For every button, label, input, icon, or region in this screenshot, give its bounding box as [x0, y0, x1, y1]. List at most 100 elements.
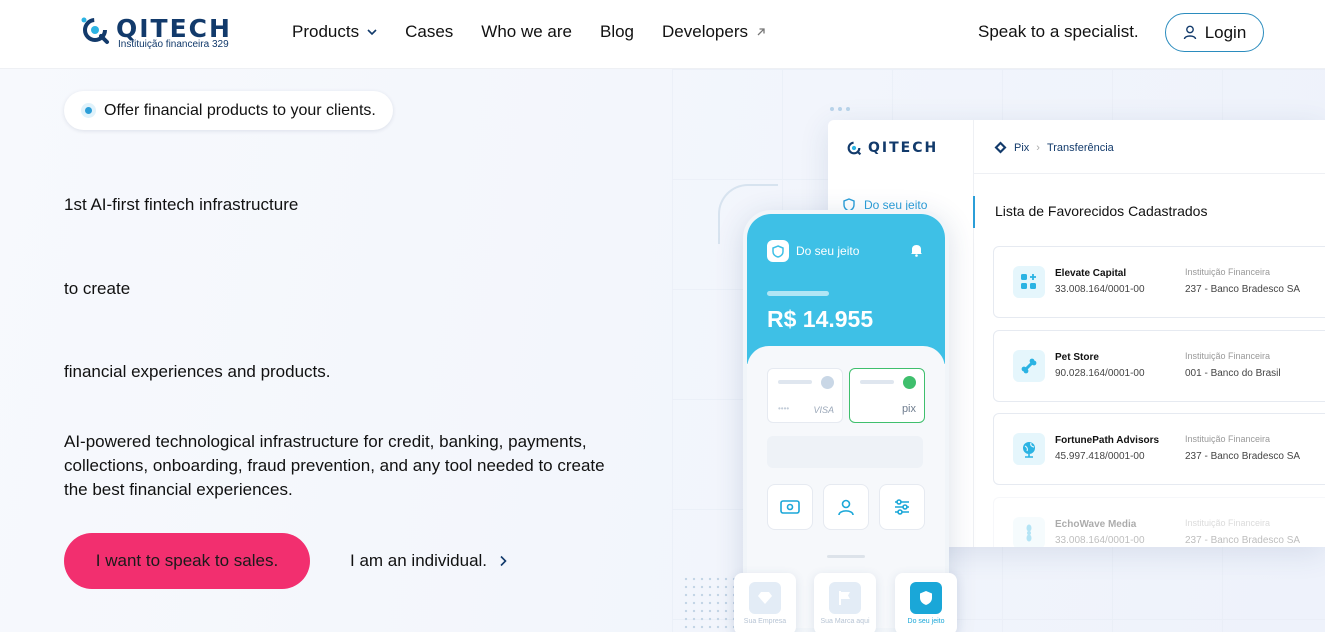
phone-balance: R$ 14.955 [767, 306, 874, 332]
favorite-doc: 90.028.164/0001-00 [1055, 368, 1145, 379]
tab-label: Do seu jeito [907, 618, 945, 625]
breadcrumb-pix[interactable]: Pix [1014, 142, 1029, 154]
headline-line-3: financial experiences and products. [64, 362, 331, 381]
login-button[interactable]: Login [1165, 13, 1264, 52]
nav-blog[interactable]: Blog [600, 22, 634, 42]
favorite-name: Elevate Capital [1055, 268, 1127, 279]
favorite-card[interactable]: EchoWave Media 33.008.164/0001-00 Instit… [993, 497, 1325, 547]
favorite-card[interactable]: Elevate Capital 33.008.164/0001-00 Insti… [993, 246, 1325, 318]
card-line [778, 380, 812, 384]
dashboard-logo-word: QITECH [868, 140, 939, 156]
bone-icon [1013, 350, 1045, 382]
login-label: Login [1204, 22, 1247, 42]
settings-sliders-icon[interactable] [879, 484, 925, 530]
chevron-right-icon [500, 555, 507, 567]
tab-sua-marca-aqui[interactable]: Sua Marca aqui [814, 573, 876, 632]
decorative-dots [830, 107, 850, 111]
bell-icon[interactable] [910, 243, 923, 257]
phone-header: Do seu jeito R$ 14.955 [747, 214, 945, 364]
phone-title: Do seu jeito [796, 244, 860, 258]
individual-link[interactable]: I am an individual. [350, 551, 507, 571]
tab-do-seu-jeito[interactable]: Do seu jeito [895, 573, 957, 632]
favorite-name: Pet Store [1055, 352, 1099, 363]
institution-label: Instituição Financeira [1185, 518, 1271, 528]
external-arrow-icon [757, 28, 765, 36]
individual-label: I am an individual. [350, 551, 488, 570]
card-mask: •••• [778, 404, 790, 413]
favorite-name: FortunePath Advisors [1055, 435, 1160, 446]
nav-cases-label: Cases [405, 22, 454, 41]
nav-products[interactable]: Products [292, 22, 377, 42]
favorite-bank: 237 - Banco Bradesco SA [1185, 535, 1301, 546]
nav-blog-label: Blog [599, 22, 635, 41]
diamond-icon [749, 582, 781, 614]
speak-to-sales-button[interactable]: I want to speak to sales. [64, 533, 310, 589]
nav-products-label: Products [292, 22, 360, 41]
speak-to-sales-label: I want to speak to sales. [95, 551, 279, 570]
qitech-logo[interactable]: QITECH Instituição financeira 329 [80, 14, 250, 54]
main-nav: Products Cases Who we are Blog Developer… [292, 22, 766, 42]
favorite-doc: 33.008.164/0001-00 [1055, 284, 1145, 295]
headline-line-2: to create [64, 279, 131, 298]
nav-developers-label: Developers [662, 22, 749, 41]
favorite-name: EchoWave Media [1055, 519, 1137, 530]
shield-icon [910, 582, 942, 614]
favorite-card[interactable]: FortunePath Advisors 45.997.418/0001-00 … [993, 413, 1325, 485]
institution-label: Instituição Financeira [1185, 267, 1271, 277]
phone-divider [827, 555, 865, 558]
globe-icon [1013, 433, 1045, 465]
favorites-list-title: Lista de Favorecidos Cadastrados [995, 203, 1208, 219]
institution-label: Instituição Financeira [1185, 351, 1271, 361]
dashboard-logo: QITECH [846, 140, 938, 156]
headline-line-1: 1st AI-first fintech infrastructure [64, 195, 299, 214]
card-line [860, 380, 894, 384]
tab-label: Sua Marca aqui [820, 618, 870, 625]
user-icon [1183, 25, 1196, 40]
phone-mockup: Do seu jeito R$ 14.955 •••• VISA pix [743, 210, 949, 632]
qitech-logo-mark-icon [81, 17, 109, 44]
pix-icon [994, 141, 1007, 154]
decorative-dot-grid [682, 575, 740, 632]
logo-subtitle: Instituição financeira 329 [118, 39, 229, 50]
favorite-doc: 45.997.418/0001-00 [1055, 451, 1145, 462]
pix-brand: pix [901, 403, 916, 415]
favorite-bank: 237 - Banco Bradesco SA [1185, 451, 1301, 462]
speak-to-specialist-link[interactable]: Speak to a specialist. [978, 22, 1139, 42]
visa-brand: VISA [813, 405, 834, 415]
dashboard-topbar: Pix › Transferência [974, 120, 1325, 174]
sidebar-active-indicator [973, 196, 975, 228]
flag-icon [829, 582, 861, 614]
phone-input-field[interactable] [767, 436, 923, 468]
breadcrumb-transferencia[interactable]: Transferência [1047, 142, 1114, 154]
check-icon [903, 376, 916, 389]
favorite-bank: 001 - Banco do Brasil [1185, 368, 1281, 379]
visa-card[interactable]: •••• VISA [767, 368, 843, 423]
pill-dot-icon [81, 103, 96, 118]
user-icon[interactable] [823, 484, 869, 530]
check-icon [821, 376, 834, 389]
favorite-card[interactable]: Pet Store 90.028.164/0001-00 Instituição… [993, 330, 1325, 402]
breadcrumb-separator-icon: › [1036, 141, 1040, 154]
breadcrumb: Pix › Transferência [994, 141, 1114, 154]
nav-cases[interactable]: Cases [405, 22, 453, 42]
nav-who-we-are-label: Who we are [481, 22, 572, 41]
balance-label-placeholder [767, 291, 829, 296]
tab-sua-empresa[interactable]: Sua Empresa [734, 573, 796, 632]
nav-who-we-are[interactable]: Who we are [481, 22, 572, 42]
fan-icon [1013, 517, 1045, 547]
hero-pill: Offer financial products to your clients… [64, 91, 393, 130]
favorite-doc: 33.008.164/0001-00 [1055, 535, 1145, 546]
shield-icon [767, 240, 789, 262]
chevron-down-icon [367, 29, 377, 36]
apps-icon [1013, 266, 1045, 298]
favorite-bank: 237 - Banco Bradesco SA [1185, 284, 1301, 295]
qitech-logo-mark-icon [847, 141, 862, 156]
pill-label: Offer financial products to your clients… [104, 101, 376, 119]
site-header: QITECH Instituição financeira 329 Produc… [0, 0, 1325, 69]
tab-label: Sua Empresa [743, 618, 787, 625]
pix-card[interactable]: pix [849, 368, 925, 423]
money-icon[interactable] [767, 484, 813, 530]
hero-description: AI-powered technological infrastructure … [64, 432, 605, 499]
institution-label: Instituição Financeira [1185, 434, 1271, 444]
nav-developers[interactable]: Developers [662, 22, 766, 42]
